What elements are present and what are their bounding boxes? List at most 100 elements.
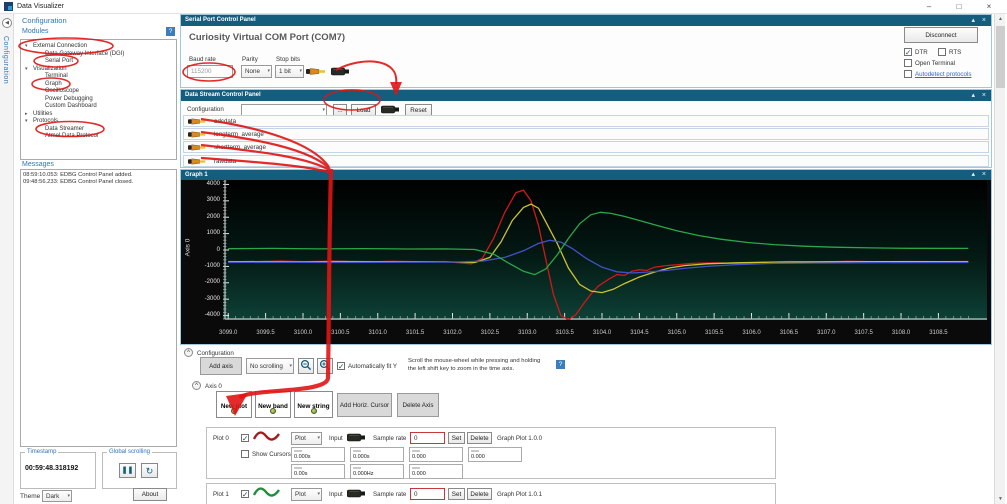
graph-canvas[interactable] [223, 180, 987, 320]
serial-socket-icon[interactable] [331, 67, 349, 78]
stream-panel-header[interactable]: Data Stream Control Panel ▴ × [181, 90, 991, 101]
graph-plot-area[interactable]: Axis 0 40003000200010000-1000-2000-3000-… [182, 180, 990, 344]
rts-checkbox[interactable] [938, 48, 946, 56]
chevron-down-icon: ▾ [67, 493, 70, 499]
plot0-rate-input[interactable]: 0 [410, 432, 445, 444]
serial-panel-header[interactable]: Serial Port Control Panel ▴ × [181, 15, 991, 26]
zoom-out-button[interactable] [298, 358, 314, 374]
plot1-type-select[interactable]: Plot▾ [291, 488, 322, 501]
pause-button[interactable]: ❚❚ [119, 463, 136, 478]
axis0-collapse-button[interactable]: ^ [192, 381, 201, 390]
delete-axis-button[interactable]: Delete Axis [397, 393, 439, 417]
tree-collapsed-icon[interactable]: ▸ [25, 111, 28, 119]
collapse-panel-icon[interactable]: ▴ [971, 90, 975, 101]
new-band-button[interactable]: New band [255, 391, 291, 418]
serial-plug-icon[interactable] [306, 67, 327, 78]
plot0-enable-checkbox[interactable]: ✓ [241, 434, 249, 442]
modules-help-icon[interactable]: ? [166, 27, 175, 36]
tree-item-protocols[interactable]: ▾Protocols [21, 118, 176, 126]
plot1-enable-checkbox[interactable]: ✓ [241, 490, 249, 498]
cursor-stat-box: 0.00s [291, 464, 345, 479]
scroll-mode-select[interactable]: No scrolling▾ [246, 358, 294, 374]
y-tick-label: 4000 [194, 181, 220, 187]
messages-log[interactable]: 08:59:10.053: EDBG Control Panel added.0… [20, 169, 177, 447]
plot1-set-button[interactable]: Set [448, 488, 465, 500]
x-tick-label: 3105.0 [662, 330, 692, 336]
minimize-icon[interactable]: – [920, 1, 938, 13]
plot0-type-select[interactable]: Plot▾ [291, 432, 322, 445]
scroll-down-icon[interactable]: ▼ [995, 496, 1006, 502]
tree-expanded-icon[interactable]: ▾ [25, 66, 28, 74]
tree-item-oscilloscope[interactable]: Oscilloscope [21, 88, 176, 96]
tree-item-graph[interactable]: Graph [21, 81, 176, 89]
dtr-checkbox[interactable]: ✓ [904, 48, 912, 56]
stream-plug-icon[interactable] [188, 117, 207, 128]
parity-select[interactable]: None▾ [241, 65, 272, 78]
tree-item-custom-dashboard[interactable]: Custom Dashboard [21, 103, 176, 111]
new-plot-button[interactable]: New plot [216, 391, 252, 418]
plot1-input-socket-icon[interactable] [347, 489, 365, 500]
baud-rate-input[interactable]: 115200 [187, 65, 233, 78]
scrollbar-thumb[interactable] [996, 26, 1005, 88]
add-axis-button[interactable]: Add axis [200, 357, 242, 375]
stat-label [294, 467, 302, 469]
stat-label [353, 450, 361, 452]
zoom-hint-line2: the left shift key to zoom in the time a… [408, 366, 514, 372]
sidebar-tab-configuration[interactable]: Configuration [2, 36, 9, 84]
messages-header: Messages [22, 161, 54, 168]
scroll-up-icon[interactable]: ▲ [995, 16, 1006, 22]
autodetect-link[interactable]: Autodetect protocols [915, 71, 971, 78]
auto-fit-y-checkbox[interactable]: ✓ [337, 362, 345, 370]
open-terminal-checkbox[interactable] [904, 59, 912, 67]
tree-item-data-streamer[interactable]: Data Streamer [21, 126, 176, 134]
vertical-scrollbar[interactable]: ▲ ▼ [994, 14, 1005, 504]
x-tick-label: 3101.0 [363, 330, 393, 336]
hint-help-icon[interactable]: ? [556, 360, 565, 369]
plot1-rate-input[interactable]: 0 [410, 488, 445, 500]
tree-item-terminal[interactable]: Terminal [21, 73, 176, 81]
tree-item-atmel-data-protocol[interactable]: Atmel Data Protocol [21, 133, 176, 141]
theme-select[interactable]: Dark▾ [42, 490, 72, 502]
graph-panel-header[interactable]: Graph 1 ▴ × [181, 170, 991, 180]
close-icon[interactable]: × [980, 1, 998, 13]
x-tick-label: 3105.5 [699, 330, 729, 336]
plot0-set-button[interactable]: Set [448, 432, 465, 444]
configuration-collapse-button[interactable]: ^ [184, 348, 193, 357]
zoom-in-button[interactable] [317, 358, 333, 374]
plot0-stats-row1: 0.000s0.000s0.0000.000 [291, 447, 527, 462]
plot0-show-cursors-checkbox[interactable] [241, 450, 249, 458]
about-button[interactable]: About [133, 488, 167, 501]
collapse-panel-icon[interactable]: ▴ [971, 15, 975, 26]
tree-expanded-icon[interactable]: ▾ [25, 118, 28, 126]
tree-item-visualization[interactable]: ▾Visualization [21, 66, 176, 74]
close-panel-icon[interactable]: × [982, 15, 986, 26]
maximize-icon[interactable]: □ [950, 1, 968, 13]
x-tick-label: 3100.5 [325, 330, 355, 336]
x-tick-label: 3103.0 [512, 330, 542, 336]
close-panel-icon[interactable]: × [982, 90, 986, 101]
tree-item-external-connection[interactable]: ▾External Connection [21, 43, 176, 51]
add-horiz-cursor-button[interactable]: Add Horiz. Cursor [337, 393, 392, 417]
x-tick-label: 3103.5 [550, 330, 580, 336]
plot0-delete-button[interactable]: Delete [467, 432, 492, 444]
autodetect-checkbox[interactable] [904, 70, 912, 78]
refresh-button[interactable]: ↻ [141, 463, 158, 478]
plot0-input-socket-icon[interactable] [347, 433, 365, 444]
stream-plug-icon[interactable] [188, 157, 207, 168]
tree-item-utilities[interactable]: ▸Utilities [21, 111, 176, 119]
disconnect-button[interactable]: Disconnect [904, 27, 978, 43]
plot1-delete-button[interactable]: Delete [467, 488, 492, 500]
close-panel-icon[interactable]: × [982, 170, 986, 180]
tree-item-serial-port[interactable]: Serial Port [21, 58, 176, 66]
new-string-button[interactable]: New string [294, 391, 333, 418]
stat-label [294, 450, 302, 452]
tree-item-power-debugging[interactable]: Power Debugging [21, 96, 176, 104]
collapse-panel-icon[interactable]: ▴ [971, 170, 975, 180]
plot1-graph-ref: Graph Plot 1.0.1 [497, 491, 542, 498]
tree-expanded-icon[interactable]: ▾ [25, 43, 28, 51]
tree-item-data-gateway-interface-dgi-[interactable]: Data Gateway Interface (DGI) [21, 51, 176, 59]
stream-plug-icon[interactable] [188, 130, 207, 141]
stream-plug-icon[interactable] [188, 143, 207, 154]
stop-bits-select[interactable]: 1 bit▾ [275, 65, 304, 78]
sidebar-collapse-button[interactable]: ◀ [2, 18, 12, 28]
